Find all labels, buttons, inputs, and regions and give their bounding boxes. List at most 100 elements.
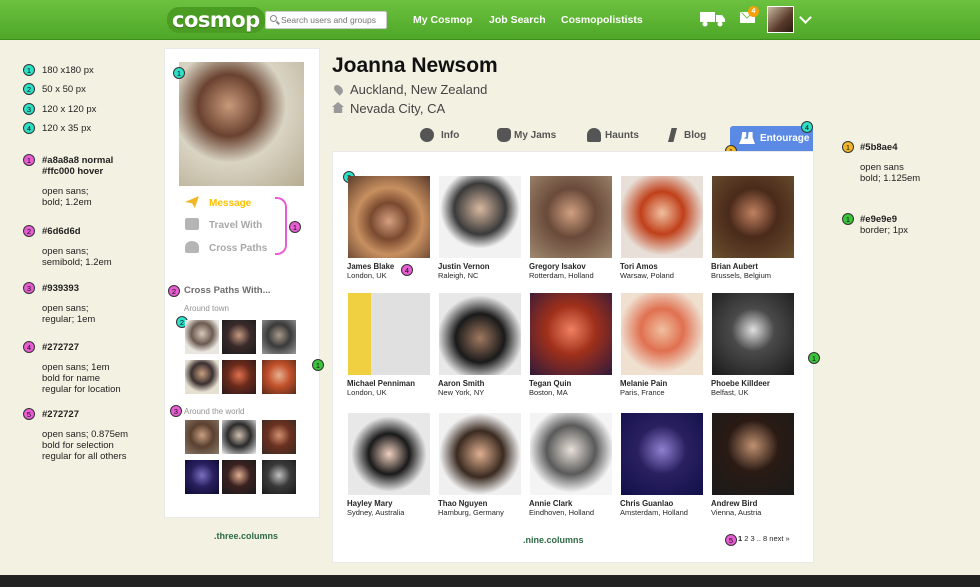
world-thumb[interactable] <box>262 420 296 454</box>
nav-job-search[interactable]: Job Search <box>489 14 546 26</box>
member-photo[interactable] <box>621 413 703 495</box>
search-box[interactable] <box>265 11 387 29</box>
legend-num: 1 <box>23 154 35 166</box>
entourage-card[interactable]: Brian Aubert Brussels, Belgium <box>711 176 795 280</box>
entourage-card[interactable]: Phoebe Killdeer Belfast, UK <box>711 293 795 397</box>
tab-blog[interactable]: Blog <box>684 130 706 141</box>
member-photo[interactable] <box>621 176 703 258</box>
member-name[interactable]: Andrew Bird <box>711 499 795 508</box>
chevron-down-icon[interactable] <box>799 11 812 24</box>
entourage-card[interactable]: Justin Vernon Raleigh, NC <box>438 176 522 280</box>
town-thumb[interactable] <box>262 320 296 354</box>
town-thumb[interactable] <box>222 320 256 354</box>
member-photo[interactable] <box>348 413 430 495</box>
cosmop-logo[interactable]: cosmop <box>167 7 265 33</box>
entourage-card[interactable]: Annie Clark Eindhoven, Holland <box>529 413 613 517</box>
member-name[interactable]: Justin Vernon <box>438 262 522 271</box>
member-name[interactable]: Tori Amos <box>620 262 704 271</box>
world-thumb[interactable] <box>262 460 296 494</box>
member-photo[interactable] <box>712 413 794 495</box>
member-photo[interactable] <box>439 176 521 258</box>
world-thumb[interactable] <box>185 460 219 494</box>
entourage-card[interactable]: Thao Nguyen Hamburg, Germany <box>438 413 522 517</box>
entourage-card[interactable]: Tori Amos Warsaw, Poland <box>620 176 704 280</box>
annotation-marker: 2 <box>168 285 180 297</box>
legend-num: 2 <box>23 225 35 237</box>
profile-photo <box>179 62 304 186</box>
member-name[interactable]: Chris Guanlao <box>620 499 704 508</box>
member-name[interactable]: Hayley Mary <box>347 499 431 508</box>
legend-num: 1 <box>842 213 854 225</box>
legend-block: #e9e9e9 border; 1px <box>860 214 909 236</box>
member-photo[interactable] <box>712 176 794 258</box>
town-thumb[interactable] <box>185 320 219 354</box>
member-location: Amsterdam, Holland <box>620 508 688 517</box>
entourage-card[interactable]: Chris Guanlao Amsterdam, Holland <box>620 413 704 517</box>
tab-my-jams[interactable]: My Jams <box>514 130 556 141</box>
legend-num: 4 <box>23 122 35 134</box>
member-location: Boston, MA <box>529 388 568 397</box>
entourage-card[interactable]: Andrew Bird Vienna, Austria <box>711 413 795 517</box>
tab-info[interactable]: Info <box>441 130 459 141</box>
world-thumb[interactable] <box>222 420 256 454</box>
member-photo[interactable] <box>530 293 612 375</box>
legend-text: 120 x 35 px <box>42 123 92 134</box>
world-thumb[interactable] <box>222 460 256 494</box>
message-button[interactable]: Message <box>185 196 251 209</box>
member-photo[interactable] <box>348 176 430 258</box>
world-thumb[interactable] <box>185 420 219 454</box>
member-name[interactable]: Tegan Quin <box>529 379 613 388</box>
entourage-card[interactable]: Melanie Pain Paris, France <box>620 293 704 397</box>
annotation-marker: 3 <box>170 405 182 417</box>
search-icon <box>270 15 277 22</box>
town-thumb[interactable] <box>185 360 219 394</box>
member-name[interactable]: Annie Clark <box>529 499 613 508</box>
member-location: Paris, France <box>620 388 665 397</box>
member-name[interactable]: Phoebe Killdeer <box>711 379 795 388</box>
member-photo[interactable] <box>348 293 430 375</box>
member-name[interactable]: James Blake <box>347 262 431 271</box>
member-location: Eindhoven, Holland <box>529 508 595 517</box>
entourage-card[interactable]: Aaron Smith New York, NY <box>438 293 522 397</box>
nav-cosmopolistists[interactable]: Cosmopolistists <box>561 14 643 26</box>
tab-haunts[interactable]: Haunts <box>605 130 639 141</box>
member-name[interactable]: Thao Nguyen <box>438 499 522 508</box>
member-photo[interactable] <box>621 293 703 375</box>
member-name[interactable]: Aaron Smith <box>438 379 522 388</box>
mail-count-badge: 4 <box>748 6 759 17</box>
suitcase-icon <box>185 218 199 230</box>
legend-num: 3 <box>23 103 35 115</box>
member-location: London, UK <box>347 271 387 280</box>
legend-block: #939393 open sans; regular; 1em <box>42 283 96 325</box>
tab-entourage[interactable]: Entourage <box>730 126 813 151</box>
entourage-card[interactable]: Tegan Quin Boston, MA <box>529 293 613 397</box>
member-photo[interactable] <box>439 413 521 495</box>
travel-with-button[interactable]: Travel With <box>185 218 262 231</box>
member-photo[interactable] <box>439 293 521 375</box>
member-name[interactable]: Melanie Pain <box>620 379 704 388</box>
truck-icon[interactable] <box>700 11 726 27</box>
member-location: Belfast, UK <box>711 388 749 397</box>
member-location: Warsaw, Poland <box>620 271 674 280</box>
member-name[interactable]: Gregory Isakov <box>529 262 613 271</box>
member-photo[interactable] <box>530 413 612 495</box>
pagination[interactable]: 1 2 3 .. 8 next » <box>738 534 790 543</box>
member-photo[interactable] <box>530 176 612 258</box>
cross-paths-button[interactable]: Cross Paths <box>185 241 267 254</box>
member-name[interactable]: Michael Penniman <box>347 379 431 388</box>
legend-block: #5b8ae4 open sans bold; 1.125em <box>860 142 921 184</box>
entourage-card[interactable]: James Blake London, UK <box>347 176 431 280</box>
town-thumb[interactable] <box>262 360 296 394</box>
user-avatar[interactable] <box>767 6 794 33</box>
town-thumb[interactable] <box>222 360 256 394</box>
member-name[interactable]: Brian Aubert <box>711 262 795 271</box>
legend-text: 180 x180 px <box>42 65 94 76</box>
search-input[interactable] <box>281 15 381 25</box>
nav-my-cosmop[interactable]: My Cosmop <box>413 14 473 26</box>
member-photo[interactable] <box>712 293 794 375</box>
entourage-card[interactable]: Michael Penniman London, UK <box>347 293 431 397</box>
cross-paths-title: Cross Paths With... <box>184 285 271 296</box>
entourage-card[interactable]: Gregory Isakov Rotterdam, Holland <box>529 176 613 280</box>
entourage-card[interactable]: Hayley Mary Sydney, Australia <box>347 413 431 517</box>
legend-num: 1 <box>842 141 854 153</box>
